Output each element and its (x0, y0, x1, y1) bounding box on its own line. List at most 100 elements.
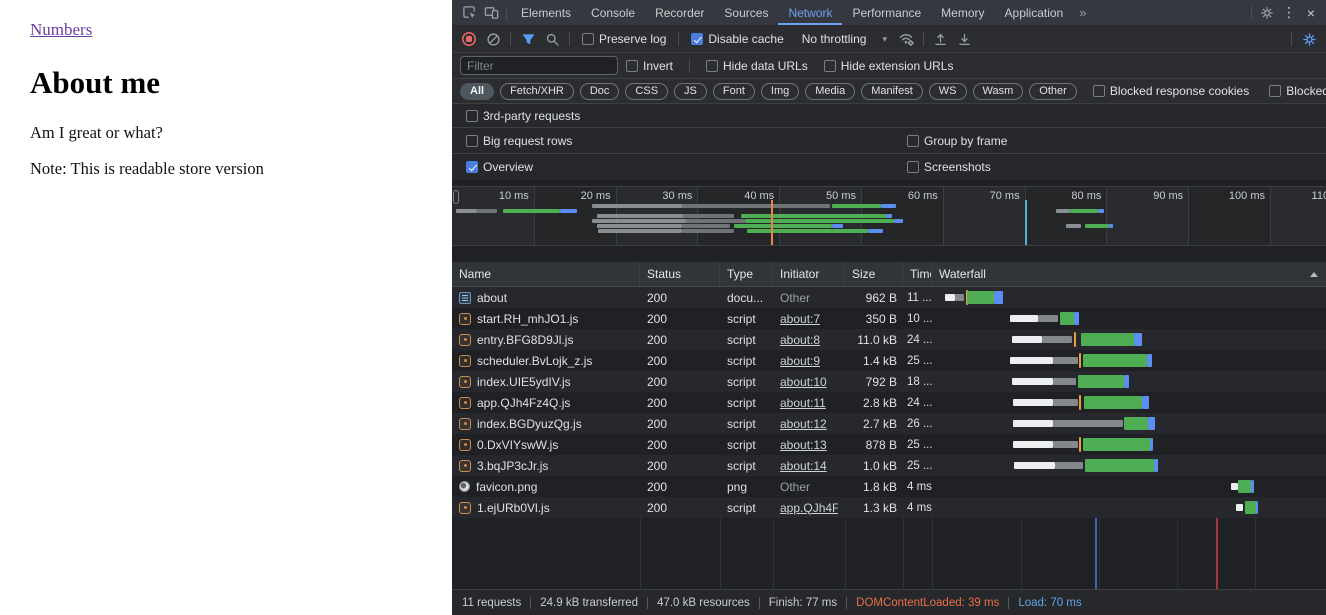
column-header[interactable]: Size (845, 262, 903, 286)
table-row[interactable]: 1.ejURb0Vl.js 200 script app.QJh4Fz 1.3 … (452, 497, 1326, 518)
filter-funnel-icon[interactable] (517, 29, 539, 49)
request-initiator[interactable]: about:11 (780, 396, 826, 410)
resource-type-pill[interactable]: Manifest (861, 83, 923, 100)
overview-resize-handle[interactable] (453, 190, 459, 204)
table-row[interactable]: index.BGDyuzQg.js 200 script about:12 2.… (452, 413, 1326, 434)
request-waterfall-bar (932, 392, 1326, 413)
checkbox[interactable] (466, 135, 478, 147)
request-time: 24 ... (903, 392, 932, 413)
screenshots-checkbox[interactable]: Screenshots (907, 160, 991, 174)
checkbox[interactable] (691, 33, 703, 45)
invert-checkbox[interactable]: Invert (626, 59, 673, 73)
settings-gear-icon[interactable] (1256, 3, 1278, 23)
checkbox[interactable] (626, 60, 638, 72)
request-type: script (720, 350, 773, 371)
table-row[interactable]: start.RH_mhJO1.js 200 script about:7 350… (452, 308, 1326, 329)
network-conditions-icon[interactable] (895, 29, 917, 49)
checkbox[interactable] (466, 110, 478, 122)
request-initiator[interactable]: about:10 (780, 375, 827, 389)
throttling-select[interactable]: No throttling ▾ (802, 32, 887, 46)
big-request-rows-checkbox[interactable]: Big request rows (466, 134, 572, 148)
blocked-response-cookies-checkbox[interactable]: Blocked response cookies (1093, 84, 1249, 98)
overview-checkbox[interactable]: Overview (466, 160, 533, 174)
clear-network-log-button[interactable] (482, 29, 504, 49)
devtools-tab[interactable]: Elements (511, 0, 581, 25)
request-initiator[interactable]: about:9 (780, 354, 820, 368)
search-icon[interactable] (541, 29, 563, 49)
request-initiator[interactable]: about:13 (780, 438, 827, 452)
request-type: script (720, 455, 773, 476)
resource-type-pill[interactable]: Other (1029, 83, 1077, 100)
request-initiator: Other (780, 291, 810, 305)
resource-type-pill[interactable]: CSS (625, 83, 668, 100)
devtools-tab[interactable]: Performance (842, 0, 931, 25)
overview-request-bar (686, 219, 745, 223)
more-options-icon[interactable]: ⋮ (1278, 3, 1300, 23)
overview-request-bar (745, 214, 886, 218)
table-row[interactable]: 0.DxVIYswW.js 200 script about:13 878 B … (452, 434, 1326, 455)
column-header[interactable]: Type (720, 262, 773, 286)
table-row[interactable]: entry.BFG8D9Jl.js 200 script about:8 11.… (452, 329, 1326, 350)
table-row[interactable]: 3.bqJP3cJr.js 200 script about:14 1.0 kB… (452, 455, 1326, 476)
resource-type-pill[interactable]: Font (713, 83, 755, 100)
checkbox[interactable] (1093, 85, 1105, 97)
request-status: 200 (640, 329, 720, 350)
table-row[interactable]: scheduler.BvLojk_z.js 200 script about:9… (452, 350, 1326, 371)
overview-request-bar (1056, 209, 1071, 213)
request-initiator[interactable]: app.QJh4Fz (780, 501, 838, 515)
resource-type-pill[interactable]: WS (929, 83, 967, 100)
record-network-log-button[interactable] (458, 29, 480, 49)
request-initiator[interactable]: about:12 (780, 417, 827, 431)
inspect-element-icon[interactable] (458, 3, 480, 23)
filter-input[interactable] (460, 56, 618, 75)
device-toolbar-icon[interactable] (480, 3, 502, 23)
resource-type-pill[interactable]: Wasm (973, 83, 1024, 100)
checkbox[interactable] (907, 135, 919, 147)
checkbox[interactable] (1269, 85, 1281, 97)
group-by-frame-checkbox[interactable]: Group by frame (907, 134, 1007, 148)
column-header[interactable]: Waterfall (932, 262, 1326, 286)
import-har-icon[interactable] (930, 29, 952, 49)
close-devtools-icon[interactable]: × (1300, 3, 1322, 23)
third-party-requests-checkbox[interactable]: 3rd-party requests (466, 109, 580, 123)
checkbox[interactable] (706, 60, 718, 72)
checkbox[interactable] (907, 161, 919, 173)
table-row[interactable]: index.UIE5ydIV.js 200 script about:10 79… (452, 371, 1326, 392)
hide-extension-urls-checkbox[interactable]: Hide extension URLs (824, 59, 954, 73)
devtools-tab[interactable]: Console (581, 0, 645, 25)
devtools-tab[interactable]: Network (778, 0, 842, 25)
resource-type-pill[interactable]: Doc (580, 83, 620, 100)
devtools-tab[interactable]: Memory (931, 0, 994, 25)
network-overview-timeline[interactable]: 10 ms20 ms30 ms40 ms50 ms60 ms70 ms80 ms… (452, 186, 1326, 246)
resource-type-pill[interactable]: Img (761, 83, 799, 100)
column-header[interactable]: Status (640, 262, 720, 286)
column-header[interactable]: Initiator (773, 262, 845, 286)
hide-data-urls-checkbox[interactable]: Hide data URLs (706, 59, 808, 73)
resource-type-pill[interactable]: All (460, 83, 494, 100)
numbers-link[interactable]: Numbers (30, 20, 92, 39)
disable-cache-checkbox[interactable]: Disable cache (691, 32, 783, 46)
export-har-icon[interactable] (954, 29, 976, 49)
request-initiator[interactable]: about:14 (780, 459, 827, 473)
checkbox[interactable] (824, 60, 836, 72)
devtools-tab[interactable]: Application (995, 0, 1074, 25)
resource-type-pill[interactable]: JS (674, 83, 707, 100)
checkbox[interactable] (466, 161, 478, 173)
column-header[interactable]: Name (452, 262, 640, 286)
network-settings-gear-icon[interactable] (1298, 29, 1320, 49)
checkbox[interactable] (582, 33, 594, 45)
request-initiator[interactable]: about:7 (780, 312, 820, 326)
file-type-icon (459, 439, 471, 451)
resource-type-pill[interactable]: Media (805, 83, 855, 100)
resource-type-pill[interactable]: Fetch/XHR (500, 83, 574, 100)
table-row[interactable]: about 200 docu... Other 962 B 11 ... (452, 287, 1326, 308)
preserve-log-checkbox[interactable]: Preserve log (582, 32, 666, 46)
devtools-tab[interactable]: Recorder (645, 0, 714, 25)
table-row[interactable]: app.QJh4Fz4Q.js 200 script about:11 2.8 … (452, 392, 1326, 413)
more-tabs-button[interactable]: » (1073, 0, 1092, 25)
column-header[interactable]: Time (903, 262, 932, 286)
blocked-requests-checkbox[interactable]: Blocked requests (1269, 84, 1326, 98)
request-initiator[interactable]: about:8 (780, 333, 820, 347)
devtools-tab[interactable]: Sources (714, 0, 778, 25)
table-row[interactable]: favicon.png 200 png Other 1.8 kB 4 ms (452, 476, 1326, 497)
